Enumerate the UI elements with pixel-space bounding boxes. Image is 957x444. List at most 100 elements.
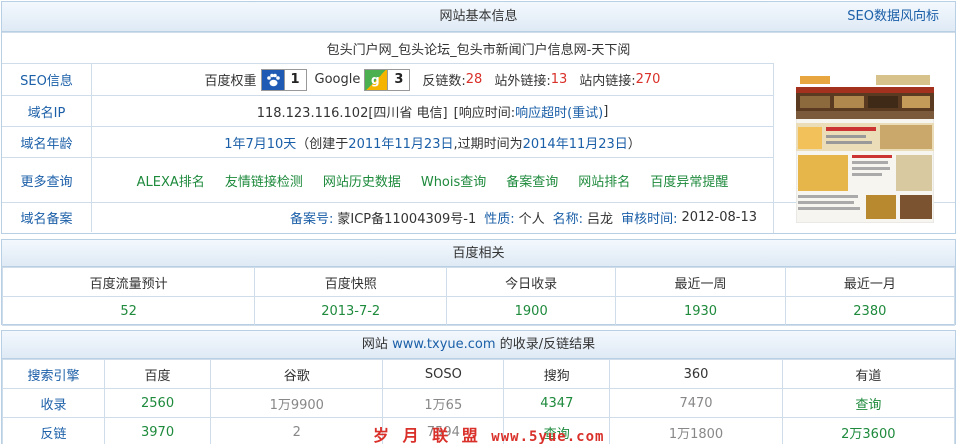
baidu-title: 百度相关	[452, 246, 505, 261]
engines-title-suffix: 的收录/反链结果	[499, 337, 596, 352]
baidu-value-row: 52 2013-7-2 1900 1930 2380	[1, 296, 956, 326]
sogou-col-header: 搜狗	[503, 359, 611, 389]
owner-name: 吕龙	[587, 212, 614, 227]
basic-info-title: 网站基本信息	[439, 9, 518, 24]
baidu-col-header: 百度	[103, 359, 212, 389]
engine-header: 搜索引擎	[2, 359, 105, 389]
site-thumbnail[interactable]	[773, 63, 955, 233]
domain-age-row: 域名年龄 1年7月10天 （创建于 2011年11月23日 ,过期时间为 201…	[2, 126, 773, 157]
backlink-youdao[interactable]: 2万3600	[781, 417, 956, 444]
backlinks-value[interactable]: 28	[466, 72, 483, 87]
indexed-baidu[interactable]: 2560	[103, 388, 212, 418]
site-rank-link[interactable]: 网站排名	[578, 171, 630, 190]
site-title: 包头门户网_包头论坛_包头市新闻门户信息网-天下阅	[326, 42, 631, 58]
google-label: Google	[314, 72, 361, 87]
nature-label: 性质:	[484, 212, 515, 227]
friend-link-check-link[interactable]: 友情链接检测	[225, 171, 303, 190]
watermark-text: 岁 月 联 盟	[373, 426, 482, 444]
more-query-label: 更多查询	[2, 158, 92, 202]
engines-header: 网站 www.txyue.com 的收录/反链结果	[2, 331, 955, 359]
360-col-header: 360	[609, 359, 783, 389]
response-prefix: [响应时间:	[453, 105, 516, 121]
baidu-alert-link[interactable]: 百度异常提醒	[650, 171, 728, 190]
baidu-today-value[interactable]: 1900	[446, 296, 617, 326]
baidu-week-header: 最近一周	[615, 267, 786, 297]
indexed-soso[interactable]: 1万65	[382, 388, 505, 418]
youdao-col-header: 有道	[781, 359, 956, 389]
site-title-row: 包头门户网_包头论坛_包头市新闻门户信息网-天下阅	[2, 32, 955, 63]
indexed-label: 收录	[2, 388, 105, 418]
expire-prefix: ,过期时间为	[453, 136, 523, 152]
soso-col-header: SOSO	[382, 359, 505, 389]
seo-label: SEO信息	[2, 64, 92, 95]
watermark-url: www.5yue.com	[491, 429, 605, 444]
indexed-row: 收录 2560 1万9900 1万65 4347 7470 查询	[2, 388, 956, 418]
engines-header-row: 搜索引擎 百度 谷歌 SOSO 搜狗 360 有道	[2, 359, 956, 389]
indexed-sogou[interactable]: 4347	[503, 388, 611, 418]
google-pr-value: 3	[387, 69, 410, 90]
indexed-youdao-query[interactable]: 查询	[781, 388, 956, 418]
internal-links-label: 站内链接:	[579, 74, 636, 89]
google-g-icon: g	[365, 69, 388, 90]
more-query-row: 更多查询 ALEXA排名 友情链接检测 网站历史数据 Whois查询 备案查询 …	[2, 157, 773, 202]
nature-value: 个人	[518, 212, 545, 227]
baidu-table: 百度流量预计 百度快照 今日收录 最近一周 最近一月 52 2013-7-2 1…	[1, 267, 956, 326]
basic-info-header: 网站基本信息 SEO数据风向标	[2, 2, 955, 32]
response-suffix: ]	[603, 103, 609, 119]
icp-label: 域名备案	[2, 203, 92, 232]
baidu-today-header: 今日收录	[446, 267, 617, 297]
backlink-google[interactable]: 2	[210, 417, 384, 444]
baidu-weight-badge[interactable]: 1	[260, 68, 307, 91]
age-suffix: ）	[627, 136, 641, 152]
baidu-header-row: 百度流量预计 百度快照 今日收录 最近一周 最近一月	[1, 267, 956, 297]
owner-name-label: 名称:	[552, 212, 584, 227]
baidu-snapshot-value[interactable]: 2013-7-2	[254, 296, 448, 326]
indexed-google[interactable]: 1万9900	[210, 388, 384, 418]
baidu-snapshot-header: 百度快照	[254, 267, 448, 297]
external-links-value[interactable]: 13	[551, 72, 568, 87]
ip-label: 域名IP	[2, 96, 92, 126]
internal-links-value[interactable]: 270	[636, 72, 661, 87]
basic-info-panel: 网站基本信息 SEO数据风向标 包头门户网_包头论坛_包头市新闻门户信息网-天下…	[1, 1, 956, 234]
baidu-traffic-header: 百度流量预计	[1, 267, 256, 297]
baidu-month-header: 最近一月	[784, 267, 956, 297]
seo-trend-link[interactable]: SEO数据风向标	[847, 2, 939, 32]
icp-number-label: 备案号:	[289, 212, 334, 227]
alexa-rank-link[interactable]: ALEXA排名	[137, 171, 205, 190]
site-history-link[interactable]: 网站历史数据	[323, 171, 401, 190]
response-retry-link[interactable]: 响应超时(重试)	[515, 102, 603, 121]
svg-text:g: g	[371, 73, 380, 87]
backlink-label: 反链	[2, 417, 105, 444]
baidu-weight-value: 1	[283, 69, 306, 90]
audit-time-label: 审核时间:	[621, 212, 678, 227]
indexed-360[interactable]: 7470	[609, 388, 783, 418]
audit-time: 2012-08-13	[681, 210, 758, 225]
google-pr-badge[interactable]: g 3	[364, 68, 411, 91]
created-prefix: （创建于	[296, 136, 349, 152]
backlinks-label: 反链数:	[422, 74, 466, 89]
ip-row: 域名IP 118.123.116.102[四川省 电信] [响应时间: 响应超时…	[2, 95, 773, 126]
expire-date: 2014年11月23日	[522, 136, 628, 152]
engines-domain-link[interactable]: www.txyue.com	[392, 337, 495, 352]
baidu-panel: 百度相关 百度流量预计 百度快照 今日收录 最近一周 最近一月 52 2013-…	[1, 239, 956, 326]
baidu-paw-icon	[262, 70, 284, 90]
backlink-360[interactable]: 1万1800	[609, 417, 783, 444]
watermark: 岁 月 联 盟 www.5yue.com	[373, 422, 604, 444]
google-col-header: 谷歌	[210, 359, 384, 389]
external-links-label: 站外链接:	[494, 74, 551, 89]
baidu-week-value[interactable]: 1930	[615, 296, 786, 326]
backlink-baidu[interactable]: 3970	[103, 417, 212, 444]
seo-row: SEO信息 百度权重 1 Google g 3 反链数: 28 站外链接: 13…	[2, 63, 773, 95]
ip-value: 118.123.116.102[四川省 电信]	[256, 105, 448, 121]
engines-title-prefix: 网站	[361, 337, 388, 352]
domain-age-value: 1年7月10天	[224, 136, 297, 152]
baidu-traffic-value: 52	[1, 296, 256, 326]
baidu-month-value[interactable]: 2380	[784, 296, 956, 326]
site-screenshot-image	[795, 73, 934, 223]
whois-link[interactable]: Whois查询	[421, 171, 486, 190]
domain-age-label: 域名年龄	[2, 127, 92, 157]
created-date: 2011年11月23日	[348, 136, 454, 152]
baidu-weight-label: 百度权重	[204, 74, 257, 89]
more-query-links: ALEXA排名 友情链接检测 网站历史数据 Whois查询 备案查询 网站排名 …	[92, 158, 773, 202]
icp-record-link[interactable]: 备案查询	[506, 171, 558, 190]
